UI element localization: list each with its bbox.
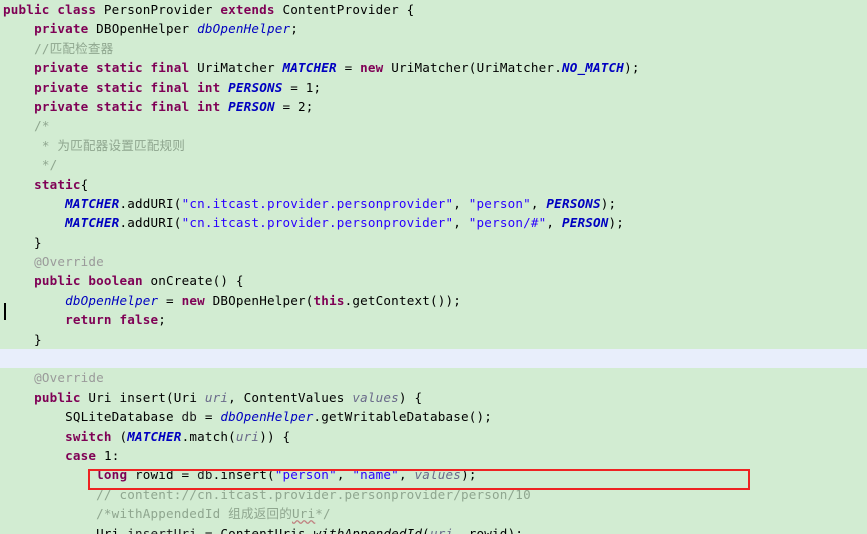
code-line[interactable]: SQLiteDatabase db = dbOpenHelper.getWrit… <box>0 407 867 426</box>
code-line[interactable]: @Override <box>0 252 867 271</box>
code-line[interactable]: dbOpenHelper = new DBOpenHelper(this.get… <box>0 291 867 310</box>
code-line[interactable]: switch (MATCHER.match(uri)) { <box>0 427 867 446</box>
code-line[interactable]: private static final int PERSON = 2; <box>0 97 867 116</box>
code-line[interactable]: /* <box>0 116 867 135</box>
code-line[interactable]: MATCHER.addURI("cn.itcast.provider.perso… <box>0 213 867 232</box>
code-line[interactable]: public class PersonProvider extends Cont… <box>0 0 867 19</box>
code-line[interactable]: public Uri insert(Uri uri, ContentValues… <box>0 388 867 407</box>
code-editor[interactable]: public class PersonProvider extends Cont… <box>0 0 867 534</box>
code-line-current[interactable] <box>0 349 867 369</box>
code-line[interactable]: public boolean onCreate() { <box>0 271 867 290</box>
code-line[interactable]: // content://cn.itcast.provider.personpr… <box>0 485 867 504</box>
code-line[interactable]: return false; <box>0 310 867 329</box>
code-line[interactable]: Uri insertUri = ContentUris.withAppended… <box>0 524 867 534</box>
code-line[interactable]: } <box>0 330 867 349</box>
code-line[interactable]: /*withAppendedId 组成返回的Uri*/ <box>0 504 867 523</box>
code-line[interactable]: } <box>0 233 867 252</box>
code-line[interactable]: * 为匹配器设置匹配规则 <box>0 136 867 155</box>
text-caret <box>4 303 6 320</box>
code-line[interactable]: */ <box>0 155 867 174</box>
code-line[interactable]: private DBOpenHelper dbOpenHelper; <box>0 19 867 38</box>
code-line[interactable]: long rowid = db.insert("person", "name",… <box>0 465 867 484</box>
code-line[interactable]: private static final int PERSONS = 1; <box>0 78 867 97</box>
code-line[interactable]: //匹配检查器 <box>0 39 867 58</box>
code-line[interactable]: static{ <box>0 175 867 194</box>
code-line[interactable]: MATCHER.addURI("cn.itcast.provider.perso… <box>0 194 867 213</box>
code-line[interactable]: private static final UriMatcher MATCHER … <box>0 58 867 77</box>
code-lines-container[interactable]: public class PersonProvider extends Cont… <box>0 0 867 534</box>
code-line[interactable]: @Override <box>0 368 867 387</box>
code-line[interactable]: case 1: <box>0 446 867 465</box>
